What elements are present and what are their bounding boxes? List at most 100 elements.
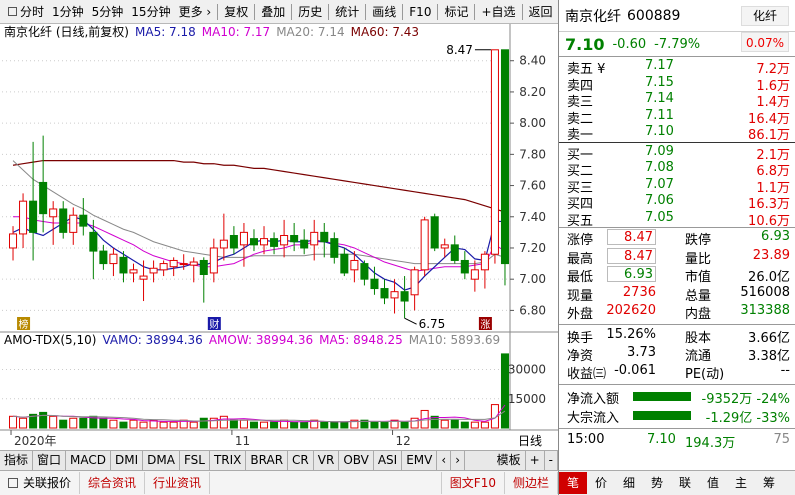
toolbar-separator [521,3,523,20]
toolbar-separator [474,3,476,20]
toolbar-item-5[interactable]: 复权 [220,1,252,23]
period-label[interactable]: 日线 [518,434,542,448]
ask-row[interactable]: 卖二 7.11 16.4万 [559,108,795,127]
toolbar-item-label: 更多 › [178,4,212,19]
indicator-tab-16[interactable]: + [526,451,545,470]
quote-tab-5[interactable]: 值 [699,472,727,494]
ask-row[interactable]: 卖一 7.10 86.1万 [559,124,795,143]
quote-tab-6[interactable]: 主 [727,472,755,494]
bid-row[interactable]: 买一 7.09 2.1万 [559,144,795,163]
indicator-tab-2[interactable]: MACD [66,451,112,470]
volume-bar [340,421,349,429]
toolbar-separator [402,3,404,20]
toolbar-item-10[interactable]: F10 [405,1,435,23]
divider [559,323,795,325]
bid-row[interactable]: 买四 7.06 16.3万 [559,193,795,212]
stat-row: 外盘 202620 内盘 313388 [559,303,795,322]
quote-tab-0[interactable]: 笔 [559,472,587,494]
candle [129,269,138,274]
footer-news[interactable]: 综合资讯 [80,472,146,494]
flow-bar [633,410,691,420]
indicator-tab-11[interactable]: ASI [374,451,403,470]
volume-bar [199,417,208,429]
quote-tab-3[interactable]: 势 [643,472,671,494]
indicator-tab-10[interactable]: OBV [339,451,374,470]
footer-sidebar[interactable]: 侧边栏 [505,472,558,494]
footer-bar: 关联报价 综合资讯 行业资讯 图文F10 侧边栏 [0,470,558,495]
quote-tab-2[interactable]: 细 [615,472,643,494]
legend-ma60: MA60: 7.43 [351,25,419,39]
candle [500,49,509,265]
candle [219,239,228,249]
candle [360,263,369,280]
quote-tab-1[interactable]: 价 [587,472,615,494]
divider [559,56,795,57]
indicator-tab-4[interactable]: DMA [143,451,180,470]
indicator-tab-5[interactable]: FSL [180,451,210,470]
quote-tab-4[interactable]: 联 [671,472,699,494]
toolbar-item-11[interactable]: 标记 [440,1,472,23]
toolbar-item-4[interactable]: 更多 › [175,1,216,23]
indicator-tab-17[interactable]: - [545,451,558,470]
toolbar-separator [365,3,367,20]
toolbar-item-7[interactable]: 历史 [294,1,326,23]
stat-key: 跌停 [685,233,712,248]
ask-row[interactable]: 卖五 ¥7.17 7.2万 [559,58,795,77]
toolbar-separator [217,3,219,20]
indicator-tab-15[interactable]: 模板 [493,451,526,470]
indicator-tab-7[interactable]: BRAR [246,451,289,470]
footer-industry-news[interactable]: 行业资讯 [145,472,211,494]
stat-key: PE(动) [685,366,725,382]
event-marker-label: 涨 [480,319,490,331]
tick-amount: 194.3万 [685,435,736,451]
toolbar-item-6[interactable]: 叠加 [257,1,289,23]
stat-key: 量比 [685,251,712,267]
kline-chart[interactable]: 8.40 8.20 8.00 7.80 7.60 7.40 7.20 7.00 6.80 南京化纤… [0,24,558,450]
toolbar-item-9[interactable]: 画线 [368,1,400,23]
toolbar-item-12[interactable]: +自选 [477,1,519,23]
volume-bar [500,353,509,429]
indicator-tab-12[interactable]: EMV [402,451,438,470]
footer-f10[interactable]: 图文F10 [440,472,505,494]
toolbar-item-13[interactable]: 返回 [525,1,557,23]
stat-row: 涨停 8.47 跌停 6.93 [559,229,795,248]
indicator-tab-13[interactable]: ‹ [437,451,452,470]
bid-row[interactable]: 买二 7.08 6.8万 [559,160,795,179]
indicator-tab-3[interactable]: DMI [111,451,144,470]
volume-bar [249,421,258,429]
bid-row[interactable]: 买五 7.05 10.6万 [559,210,795,229]
ask-row[interactable]: 卖三 7.14 1.4万 [559,91,795,110]
toolbar-item-3[interactable]: 15分钟 [127,1,174,23]
toolbar-item-2[interactable]: 5分钟 [88,1,128,23]
indicator-tab-14[interactable]: › [451,451,465,470]
ask-row[interactable]: 卖四 7.15 1.6万 [559,75,795,94]
toolbar-item-1[interactable]: 1分钟 [48,1,88,23]
indicator-tab-1[interactable]: 窗口 [33,451,67,470]
candle [260,238,269,246]
toolbar-item-0[interactable]: 分时 [0,1,48,23]
vlegend-ma5: MA5: 8948.25 [319,333,403,347]
quote-tab-7[interactable]: 筹 [755,472,783,494]
indicator-tab-8[interactable]: CR [288,451,314,470]
candle [249,238,258,246]
ytick-label: 7.60 [519,179,546,193]
bid-row[interactable]: 买三 7.07 1.1万 [559,177,795,196]
indicator-tab-9[interactable]: VR [314,451,340,470]
toolbar-item-label: +自选 [481,4,516,19]
candle [189,261,198,266]
event-marker-label: 榜 [19,318,29,331]
candle [350,259,359,271]
volume-bar [119,421,128,429]
stat-value: 15.26% [606,326,656,342]
stock-name: 南京化纤 [565,8,621,25]
sector-badge[interactable]: 化纤 [741,6,789,26]
indicator-tab-0[interactable]: 指标 [0,451,34,470]
footer-related-quotes[interactable]: 关联报价 [0,472,81,494]
ask-price: 7.10 [645,124,674,139]
indicator-tab-6[interactable]: TRIX [210,451,247,470]
tick-time: 15:00 [567,431,605,447]
toolbar-item-8[interactable]: 统计 [331,1,363,23]
stat-value: 516008 [740,284,790,300]
bid-volume: 10.6万 [748,213,790,229]
volume-bar [300,421,309,429]
